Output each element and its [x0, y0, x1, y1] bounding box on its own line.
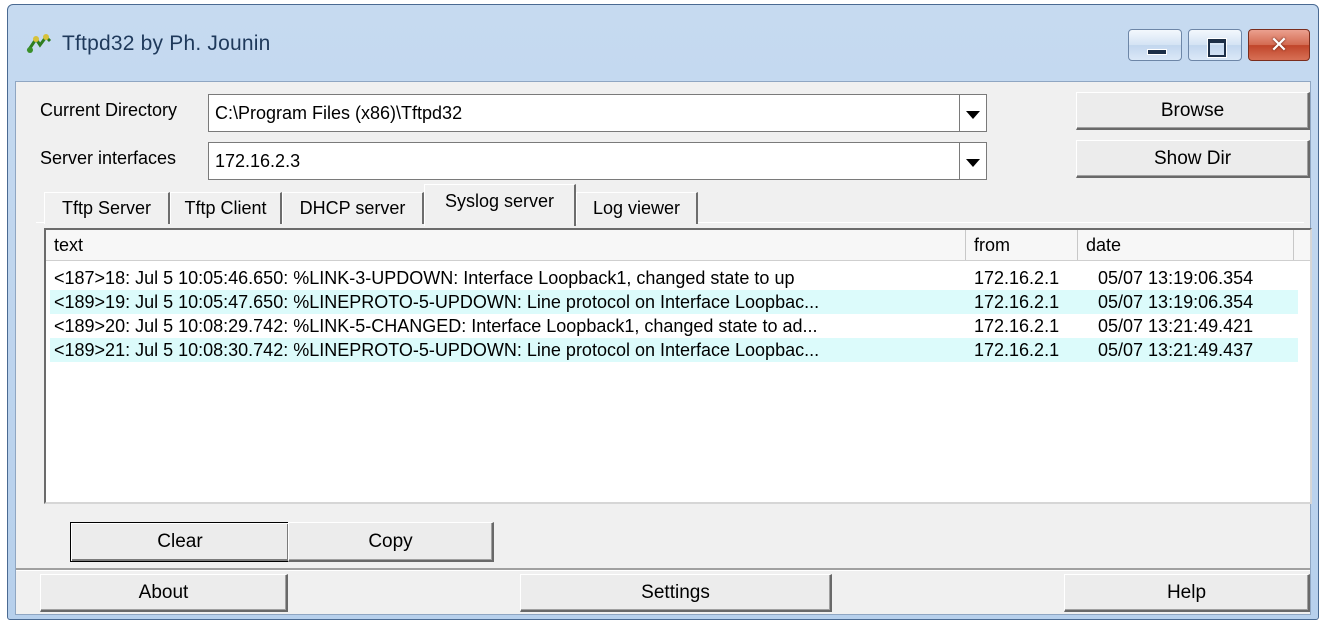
row-text: <189>21: Jul 5 10:08:30.742: %LINEPROTO-… [54, 340, 820, 360]
clear-button[interactable]: Clear [70, 522, 290, 562]
current-directory-combo[interactable]: C:\Program Files (x86)\Tftpd32 [208, 94, 987, 132]
column-header-text[interactable]: text [46, 230, 966, 260]
syslog-list[interactable]: text from date <187>18: Jul 5 10:05:46.6… [44, 228, 1312, 504]
close-button[interactable]: ✕ [1248, 29, 1310, 61]
minimize-icon [1147, 49, 1167, 55]
table-row[interactable]: <187>18: Jul 5 10:05:46.650: %LINK-3-UPD… [50, 266, 1298, 290]
main-panel: Current Directory C:\Program Files (x86)… [15, 81, 1312, 615]
chevron-down-icon[interactable] [959, 142, 987, 180]
row-text: <189>20: Jul 5 10:08:29.742: %LINK-5-CHA… [54, 316, 818, 336]
server-interfaces-combo[interactable]: 172.16.2.3 [208, 142, 987, 180]
server-interfaces-value: 172.16.2.3 [215, 151, 301, 171]
copy-button[interactable]: Copy [288, 522, 494, 562]
row-date: 05/07 13:19:06.354 [1098, 292, 1254, 312]
close-icon: ✕ [1269, 32, 1289, 57]
maximize-button[interactable] [1188, 29, 1242, 61]
table-row[interactable]: <189>19: Jul 5 10:05:47.650: %LINEPROTO-… [50, 290, 1298, 314]
row-from: 172.16.2.1 [974, 292, 1060, 312]
column-header-from[interactable]: from [966, 230, 1078, 260]
tab-log-viewer[interactable]: Log viewer [576, 192, 698, 224]
tab-syslog-server[interactable]: Syslog server [424, 184, 576, 226]
row-date: 05/07 13:21:49.437 [1098, 340, 1254, 360]
column-header-date[interactable]: date [1078, 230, 1294, 260]
show-dir-button[interactable]: Show Dir [1076, 140, 1310, 178]
window-title: Tftpd32 by Ph. Jounin [62, 32, 271, 55]
row-date: 05/07 13:21:49.421 [1098, 316, 1254, 336]
help-button[interactable]: Help [1064, 574, 1310, 612]
row-text: <187>18: Jul 5 10:05:46.650: %LINK-3-UPD… [54, 268, 795, 288]
settings-button[interactable]: Settings [520, 574, 832, 612]
tab-tftp-server[interactable]: Tftp Server [44, 192, 170, 224]
current-directory-value: C:\Program Files (x86)\Tftpd32 [215, 103, 463, 123]
current-directory-label: Current Directory [40, 100, 178, 120]
server-interfaces-label: Server interfaces [40, 148, 177, 168]
table-row[interactable]: <189>21: Jul 5 10:08:30.742: %LINEPROTO-… [50, 338, 1298, 362]
row-from: 172.16.2.1 [974, 268, 1060, 288]
row-date: 05/07 13:19:06.354 [1098, 268, 1254, 288]
tab-tftp-client[interactable]: Tftp Client [170, 192, 282, 224]
maximize-icon [1207, 38, 1227, 58]
divider [16, 568, 1310, 571]
tab-dhcp-server[interactable]: DHCP server [282, 192, 424, 224]
row-from: 172.16.2.1 [974, 316, 1060, 336]
table-row[interactable]: <189>20: Jul 5 10:08:29.742: %LINK-5-CHA… [50, 314, 1298, 338]
minimize-button[interactable] [1128, 29, 1182, 61]
chevron-down-icon[interactable] [959, 94, 987, 132]
list-header: text from date [46, 230, 1310, 261]
tftpd32-app-icon [26, 34, 52, 53]
row-text: <189>19: Jul 5 10:05:47.650: %LINEPROTO-… [54, 292, 820, 312]
about-button[interactable]: About [40, 574, 288, 612]
browse-button[interactable]: Browse [1076, 92, 1310, 130]
app-window: Tftpd32 by Ph. Jounin ✕ Current Director… [7, 4, 1319, 620]
row-from: 172.16.2.1 [974, 340, 1060, 360]
title-bar[interactable]: Tftpd32 by Ph. Jounin ✕ [8, 5, 1318, 81]
